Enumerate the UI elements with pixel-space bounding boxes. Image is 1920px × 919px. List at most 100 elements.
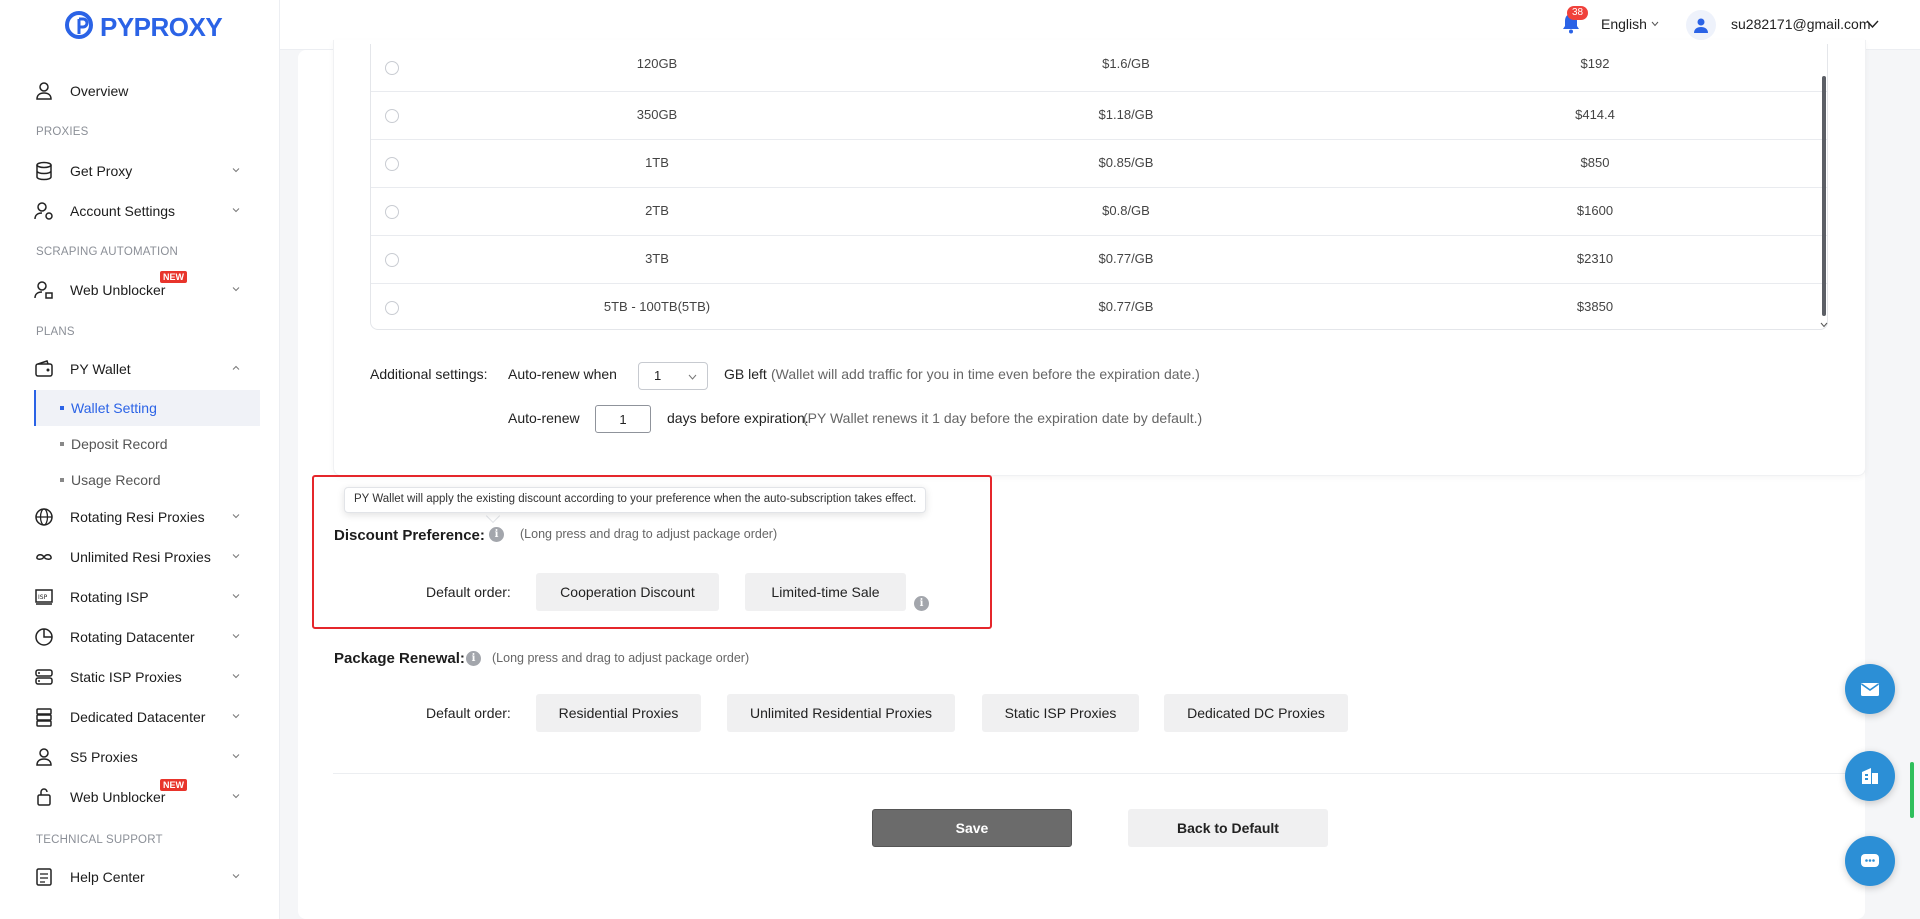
sidebar-item-dedicated-datacenter[interactable]: Dedicated Datacenter <box>34 701 248 733</box>
package-size: 350GB <box>636 107 678 122</box>
section-label-plans: PLANS <box>36 326 75 338</box>
discount-chip-limited-time[interactable]: Limited-time Sale <box>745 573 906 611</box>
chevron-down-icon <box>232 168 240 173</box>
table-row[interactable]: 5TB - 100TB(5TB) $0.77/GB $3850 <box>371 284 1827 329</box>
table-row[interactable]: 3TB $0.77/GB $2310 <box>371 236 1827 284</box>
user-settings-icon <box>34 201 54 221</box>
additional-settings-label: Additional settings: <box>370 366 488 382</box>
renewal-chip-dedicated-dc[interactable]: Dedicated DC Proxies <box>1164 694 1348 732</box>
table-row[interactable]: 350GB $1.18/GB $414.4 <box>371 92 1827 140</box>
sidebar-item-web-unblocker[interactable]: Web Unblocker <box>34 274 248 306</box>
sidebar-subitem-deposit-record[interactable]: Deposit Record <box>34 426 260 462</box>
package-size: 120GB <box>636 56 678 71</box>
user-lock-icon <box>34 280 54 300</box>
info-icon[interactable]: i <box>466 651 481 666</box>
bullet-icon <box>60 478 64 482</box>
package-size: 1TB <box>645 155 669 170</box>
sidebar-item-help-center[interactable]: Help Center <box>34 861 248 893</box>
discount-chip-cooperation[interactable]: Cooperation Discount <box>536 573 719 611</box>
package-total: $850 <box>1580 155 1610 170</box>
package-radio[interactable] <box>385 301 399 315</box>
pie-chart-icon <box>34 627 54 647</box>
scroll-down-arrow-icon[interactable] <box>1820 322 1828 328</box>
gb-threshold-value: 1 <box>654 368 662 383</box>
table-scrollbar[interactable] <box>1822 76 1826 316</box>
chat-button[interactable] <box>1845 836 1895 886</box>
brand-logo[interactable]: PYPROXY <box>64 10 223 44</box>
chevron-down-icon[interactable] <box>1866 20 1879 28</box>
user-icon <box>34 747 54 767</box>
avatar[interactable] <box>1686 10 1716 40</box>
info-icon[interactable]: i <box>489 527 504 542</box>
user-avatar-icon <box>1694 18 1708 33</box>
notification-count-badge: 38 <box>1567 6 1589 20</box>
chevron-down-icon <box>232 714 240 719</box>
document-icon <box>34 867 54 887</box>
package-price-per-gb: $1.18/GB <box>1098 107 1154 122</box>
gb-threshold-select[interactable]: 1 <box>638 362 708 390</box>
package-radio[interactable] <box>385 157 399 171</box>
language-selector[interactable]: English <box>1601 16 1647 32</box>
renewal-chip-static-isp[interactable]: Static ISP Proxies <box>982 694 1139 732</box>
sidebar-item-py-wallet[interactable]: PY Wallet <box>34 353 248 385</box>
sidebar-item-label: PY Wallet <box>70 361 131 377</box>
chevron-down-icon <box>232 554 240 559</box>
docs-button[interactable] <box>1845 751 1895 801</box>
package-radio[interactable] <box>385 109 399 123</box>
new-badge: NEW <box>160 271 187 283</box>
sidebar-item-web-unblocker-2[interactable]: Web Unblocker <box>34 781 248 813</box>
sidebar-item-rotating-resi[interactable]: Rotating Resi Proxies <box>34 501 248 533</box>
save-button[interactable]: Save <box>872 809 1072 847</box>
package-table: 120GB $1.6/GB $192 350GB $1.18/GB $414.4… <box>370 44 1828 330</box>
sidebar-item-get-proxy[interactable]: Get Proxy <box>34 155 248 187</box>
lock-icon <box>34 787 54 807</box>
discount-default-order-label: Default order: <box>426 584 511 600</box>
globe-icon <box>34 507 54 527</box>
sidebar-item-label: Dedicated Datacenter <box>70 709 206 725</box>
discount-hint: (Long press and drag to adjust package o… <box>520 527 778 541</box>
table-row[interactable]: 1TB $0.85/GB $850 <box>371 140 1827 188</box>
sidebar-item-label: Usage Record <box>71 472 161 488</box>
bullet-icon <box>60 406 64 410</box>
new-badge: NEW <box>160 779 187 791</box>
sidebar: PYPROXY Overview PROXIES Get Proxy Accou… <box>0 0 280 919</box>
chevron-down-icon <box>232 754 240 759</box>
package-total: $3850 <box>1576 299 1614 314</box>
sidebar-item-unlimited-resi[interactable]: Unlimited Resi Proxies <box>34 541 248 573</box>
chevron-down-icon <box>232 634 240 639</box>
sidebar-item-rotating-datacenter[interactable]: Rotating Datacenter <box>34 621 248 653</box>
sidebar-item-rotating-isp[interactable]: ISP Rotating ISP <box>34 581 248 613</box>
package-price-per-gb: $0.77/GB <box>1098 251 1154 266</box>
sidebar-subitem-usage-record[interactable]: Usage Record <box>34 462 260 498</box>
package-price-per-gb: $0.8/GB <box>1102 203 1150 218</box>
sidebar-item-s5-proxies[interactable]: S5 Proxies <box>34 741 248 773</box>
sidebar-item-static-isp[interactable]: Static ISP Proxies <box>34 661 248 693</box>
back-to-default-button[interactable]: Back to Default <box>1128 809 1328 847</box>
renewal-chip-unlimited-residential[interactable]: Unlimited Residential Proxies <box>727 694 955 732</box>
package-price-per-gb: $0.85/GB <box>1098 155 1154 170</box>
bullet-icon <box>60 442 64 446</box>
sidebar-item-label: Web Unblocker <box>70 282 166 298</box>
email-support-button[interactable] <box>1845 664 1895 714</box>
chevron-down-icon <box>232 287 240 292</box>
sidebar-item-account-settings[interactable]: Account Settings <box>34 195 248 227</box>
sidebar-item-overview[interactable]: Overview <box>34 75 248 107</box>
sidebar-subitem-wallet-setting[interactable]: Wallet Setting <box>34 390 260 426</box>
table-row[interactable]: 120GB $1.6/GB $192 <box>371 44 1827 92</box>
sidebar-item-label: Wallet Setting <box>71 400 157 416</box>
package-radio[interactable] <box>385 205 399 219</box>
renewal-hint: (Long press and drag to adjust package o… <box>492 651 750 665</box>
table-row[interactable]: 2TB $0.8/GB $1600 <box>371 188 1827 236</box>
renewal-chip-residential[interactable]: Residential Proxies <box>536 694 701 732</box>
package-radio[interactable] <box>385 253 399 267</box>
info-icon[interactable]: i <box>914 596 929 611</box>
section-label-scraping: SCRAPING AUTOMATION <box>36 246 179 258</box>
page-scrollbar[interactable] <box>1910 762 1914 818</box>
user-email[interactable]: su282171@gmail.com <box>1731 16 1871 32</box>
package-total: $414.4 <box>1575 107 1615 122</box>
days-before-input[interactable]: 1 <box>595 405 651 433</box>
chevron-down-icon <box>688 374 697 380</box>
chevron-down-icon <box>232 874 240 879</box>
package-radio[interactable] <box>385 61 399 75</box>
active-indicator <box>34 390 36 426</box>
